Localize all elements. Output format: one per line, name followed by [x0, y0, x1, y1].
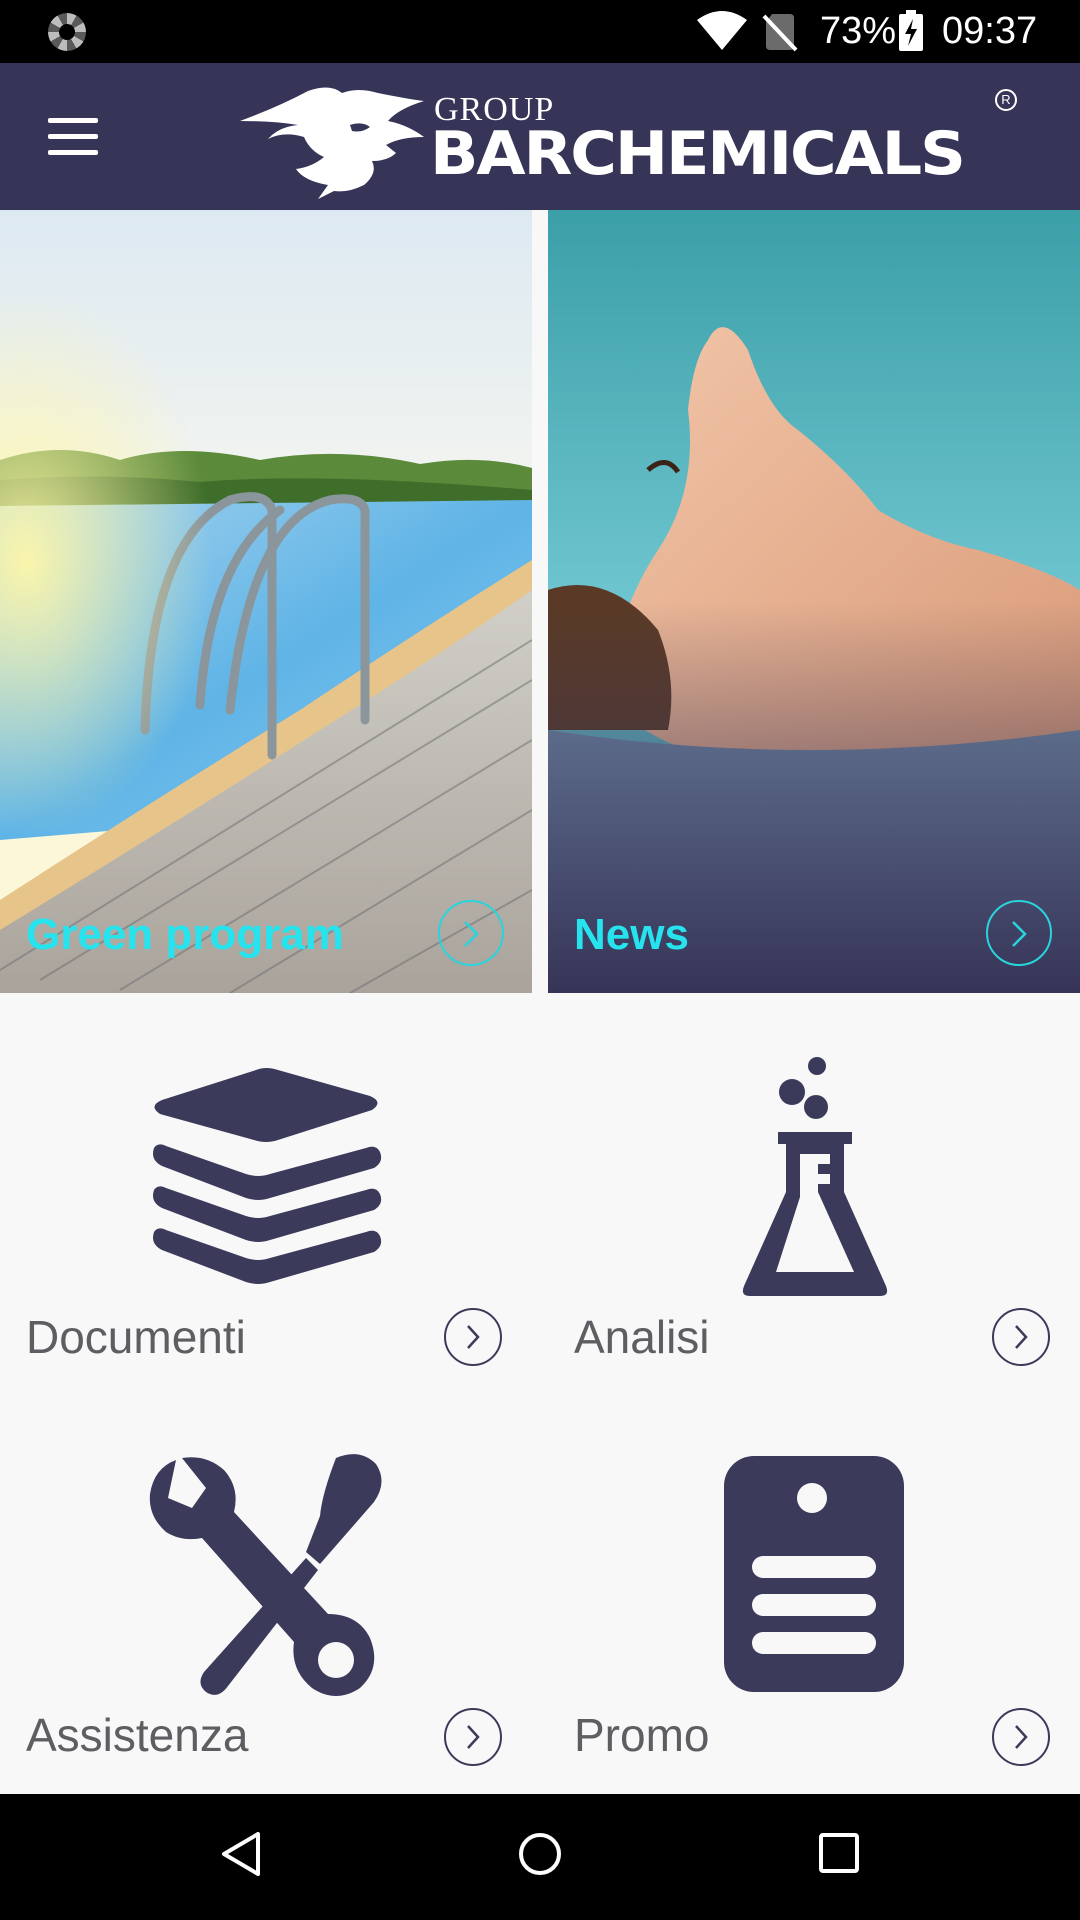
tile-green-program[interactable]: Green program: [0, 210, 532, 993]
chevron-right-icon[interactable]: [444, 1308, 502, 1366]
home-icon[interactable]: [514, 1828, 566, 1880]
no-sim-icon: [762, 14, 798, 52]
menu-item-label: Promo: [574, 1709, 710, 1761]
logo-brand-name: BARCHEMICALS: [430, 119, 966, 189]
eagle-logo-icon: [240, 87, 424, 199]
menu-item-promo[interactable]: Promo: [548, 1440, 1080, 1780]
menu-item-analisi[interactable]: Analisi: [548, 1040, 1080, 1380]
pool-ladder-image: [0, 210, 532, 993]
menu-icon[interactable]: [48, 118, 98, 156]
tile-label: News: [574, 910, 689, 959]
menu-item-label: Documenti: [26, 1311, 246, 1363]
chevron-right-icon[interactable]: [992, 1708, 1050, 1766]
flask-icon: [742, 1057, 888, 1296]
back-icon[interactable]: [218, 1828, 264, 1880]
wifi-icon: [697, 11, 747, 50]
loading-spinner-icon: [48, 13, 86, 51]
chevron-right-icon[interactable]: [986, 900, 1052, 966]
brand-logo: GROUP BARCHEMICALS R: [238, 81, 1018, 201]
chevron-right-icon[interactable]: [992, 1308, 1050, 1366]
layers-stack-icon: [153, 1068, 382, 1284]
status-bar: 73% 09:37: [0, 0, 1080, 63]
clock: 09:37: [942, 10, 1038, 52]
tile-label: Green program: [26, 910, 344, 959]
menu-item-assistenza[interactable]: Assistenza: [0, 1440, 540, 1780]
system-nav-bar: [0, 1794, 1080, 1920]
tile-news[interactable]: News: [548, 210, 1080, 993]
chevron-right-icon[interactable]: [444, 1708, 502, 1766]
app-screen: 73% 09:37 GROUP BARCHEMICALS R Green pro…: [0, 0, 1080, 1920]
registered-mark: R: [995, 89, 1017, 111]
woman-floating-image: [548, 210, 1080, 993]
wrench-screwdriver-icon: [149, 1454, 382, 1696]
tag-list-icon: [724, 1456, 904, 1692]
battery-charging-icon: [899, 10, 923, 51]
battery-percent: 73%: [820, 10, 897, 52]
menu-item-label: Analisi: [574, 1311, 710, 1363]
menu-item-documenti[interactable]: Documenti: [0, 1040, 540, 1380]
chevron-right-icon[interactable]: [438, 900, 504, 966]
menu-item-label: Assistenza: [26, 1709, 249, 1761]
recents-icon[interactable]: [816, 1830, 862, 1876]
app-bar: GROUP BARCHEMICALS R: [0, 63, 1080, 210]
